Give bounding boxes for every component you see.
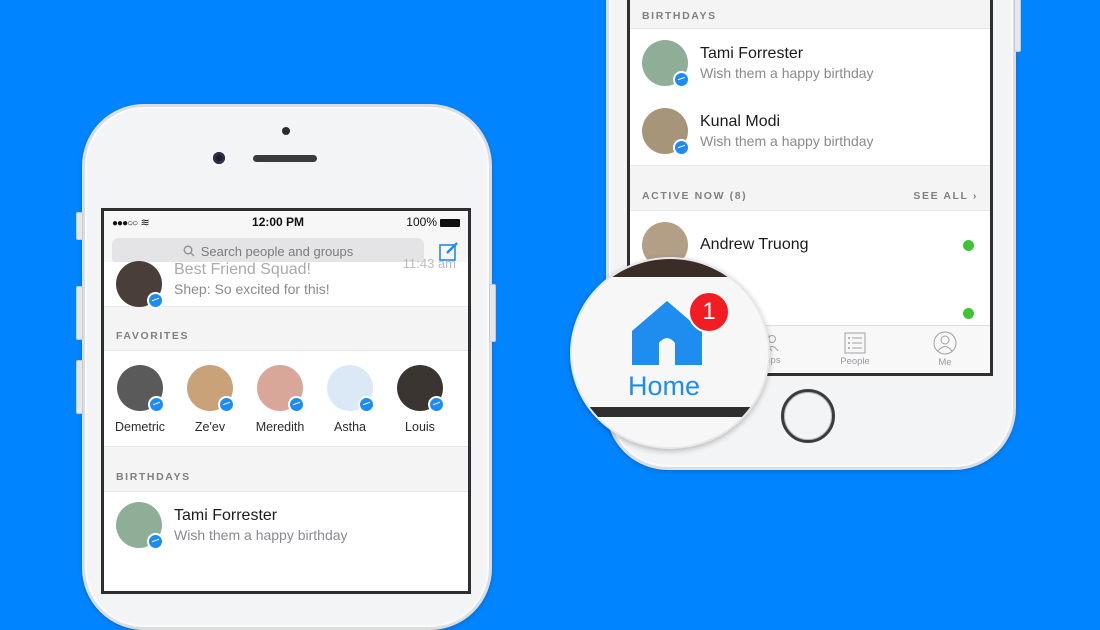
favorite-person[interactable]: Ze'ev	[186, 365, 235, 434]
birthdays-header: BIRTHDAYS	[104, 446, 468, 492]
earpiece-speaker	[253, 155, 317, 162]
see-all-link[interactable]: SEE ALL ›	[913, 190, 978, 202]
birthday-subtitle: Wish them a happy birthday	[700, 133, 874, 149]
birthday-name: Tami Forrester	[700, 45, 804, 62]
home-button[interactable]	[781, 389, 835, 443]
messenger-badge-icon	[288, 396, 305, 413]
avatar	[117, 365, 165, 413]
chevron-right-icon: ›	[972, 190, 978, 202]
messenger-badge-icon	[673, 139, 690, 156]
favorite-person[interactable]: Demetric	[115, 365, 165, 434]
mute-switch	[76, 212, 83, 240]
messenger-badge-icon	[147, 533, 164, 550]
messenger-badge-icon	[148, 396, 165, 413]
birthday-name: Kunal Modi	[700, 113, 781, 130]
conversation-row[interactable]: Best Friend Squad! Shep: So excited for …	[104, 256, 468, 309]
battery-indicator: 100%	[406, 215, 460, 229]
avatar	[116, 502, 164, 550]
messenger-badge-icon	[218, 396, 235, 413]
profile-icon	[933, 331, 957, 354]
favorite-person[interactable]: Louis	[396, 365, 445, 434]
tab-people[interactable]: People	[810, 326, 900, 372]
conversation-name: Best Friend Squad!	[174, 261, 311, 278]
avatar	[642, 40, 690, 88]
volume-up-button	[76, 286, 83, 340]
left-phone-screen: ●●●○○ ≋ 12:00 PM 100% Search people and …	[101, 208, 471, 594]
messenger-badge-icon	[358, 396, 375, 413]
avatar	[397, 365, 445, 413]
avatar	[187, 365, 235, 413]
notification-badge: 1	[688, 291, 730, 333]
search-icon	[183, 245, 195, 257]
battery-icon	[440, 218, 460, 227]
conversation-time: 11:43 am	[402, 256, 456, 271]
birthday-subtitle: Wish them a happy birthday	[700, 65, 874, 81]
favorites-list: Demetric Ze'ev Meredith Astha Louis	[104, 351, 468, 446]
screen-bezel-edge	[572, 407, 768, 417]
messenger-badge-icon	[428, 396, 445, 413]
avatar	[257, 365, 305, 413]
home-tab-magnifier: 1 Home	[570, 257, 770, 449]
birthdays-header: BIRTHDAYS	[630, 0, 990, 29]
clock: 12:00 PM	[252, 215, 305, 229]
power-button	[489, 284, 496, 342]
messenger-badge-icon	[147, 292, 164, 309]
birthday-row[interactable]: Tami Forrester Wish them a happy birthda…	[630, 29, 990, 97]
favorite-person[interactable]: Astha	[326, 365, 375, 434]
proximity-sensor	[282, 127, 290, 135]
birthday-subtitle: Wish them a happy birthday	[174, 527, 348, 543]
search-placeholder: Search people and groups	[200, 243, 354, 259]
birthday-name: Tami Forrester	[174, 507, 278, 524]
favorite-person[interactable]: Meredith	[256, 365, 305, 434]
status-bar: ●●●○○ ≋ 12:00 PM 100%	[104, 211, 468, 233]
messenger-badge-icon	[673, 71, 690, 88]
volume-down-button	[76, 360, 83, 414]
signal-indicator: ●●●○○ ≋	[112, 217, 150, 229]
active-now-header: ACTIVE NOW (8) SEE ALL ›	[630, 165, 990, 211]
wifi-icon: ≋	[140, 217, 150, 229]
tab-me[interactable]: Me	[900, 326, 990, 372]
conversation-preview: Shep: So excited for this!	[174, 281, 330, 297]
favorites-header: FAVORITES	[104, 307, 468, 351]
online-indicator	[963, 239, 974, 251]
active-person-name: Andrew Truong	[700, 236, 809, 253]
magnified-avatar-fragment	[572, 259, 768, 277]
birthday-row[interactable]: Tami Forrester Wish them a happy birthda…	[104, 492, 468, 558]
avatar	[642, 108, 690, 156]
power-button	[1014, 0, 1021, 52]
front-camera	[213, 152, 225, 164]
avatar	[327, 365, 375, 413]
birthday-row[interactable]: Kunal Modi Wish them a happy birthday	[630, 97, 990, 165]
people-list-icon	[844, 332, 866, 353]
home-label[interactable]: Home	[628, 371, 700, 402]
online-indicator	[963, 307, 974, 319]
avatar	[116, 261, 164, 309]
